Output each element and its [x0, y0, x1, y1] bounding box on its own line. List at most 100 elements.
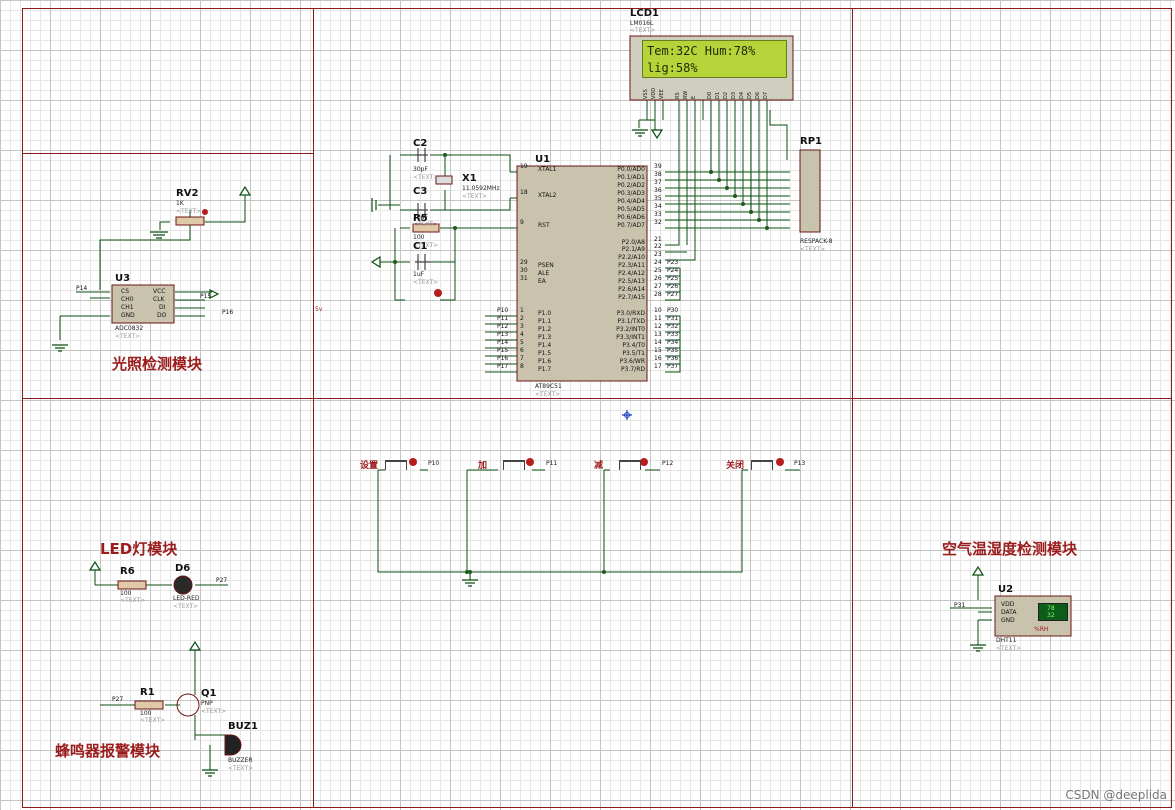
push-button-1[interactable]	[503, 460, 525, 470]
mcu-pin-name-p30rxd: P3.0/RXD	[616, 310, 645, 317]
lcd-pin-vdd: VDD	[651, 87, 657, 99]
mcu-pin-name-p25a13: P2.5/A13	[618, 278, 645, 285]
net-p25-right: P25	[667, 275, 679, 282]
rp1-ref: RP1	[800, 136, 822, 147]
net-p11-left: P11	[497, 315, 509, 322]
u2-pin-gnd: GND	[1001, 617, 1015, 624]
r1-tx: <TEXT>	[140, 717, 166, 724]
x1-ref: X1	[462, 173, 477, 184]
net-p14-left: P14	[497, 339, 509, 346]
mcu-pin-num-24: 24	[654, 259, 662, 266]
x1-val: 11.0592MHz	[462, 185, 500, 192]
mcu-pin-name-p37rd: P3.7/RD	[621, 366, 645, 373]
buz1-tx: <TEXT>	[228, 765, 254, 772]
d6-ref: D6	[175, 563, 191, 574]
mcu-pin-name-p21a9: P2.1/A9	[621, 246, 645, 253]
mcu-pin-num-6: 6	[520, 347, 524, 354]
mcu-pin-num-28: 28	[654, 291, 662, 298]
u3-val: ADC0832	[115, 325, 144, 332]
net-p16-left: P16	[497, 355, 509, 362]
mcu-pin-num-5: 5	[520, 339, 524, 346]
push-button-3[interactable]	[751, 460, 773, 470]
buz1-val: BUZZER	[228, 757, 253, 764]
mcu-pin-name-p14: P1.4	[538, 342, 552, 349]
r1-ref: R1	[140, 687, 155, 698]
u3-ref: U3	[115, 273, 131, 284]
lcd-pin-rs: RS	[675, 92, 681, 99]
net-p27-buz: P27	[112, 696, 124, 703]
mcu-pin-name-p24a12: P2.4/A12	[618, 270, 645, 277]
mcu-pin-name-p26a14: P2.6/A14	[618, 286, 645, 293]
net-p30-right: P30	[667, 307, 679, 314]
net-p34-right: P34	[667, 339, 679, 346]
u2-pin-data: DATA	[1001, 609, 1017, 616]
net-p10-left: P10	[497, 307, 509, 314]
net-p31-right: P31	[667, 315, 679, 322]
d6-tx: <TEXT>	[173, 603, 199, 610]
buzzer-module-title: 蜂鸣器报警模块	[55, 742, 161, 760]
c2-val: 30pF	[413, 166, 428, 173]
mcu-pin-name-p05ad5: P0.5/AD5	[617, 206, 645, 213]
mcu-pin-name-p31txd: P3.1/TXD	[617, 318, 645, 325]
lcd-line-2: lig:58%	[647, 61, 698, 75]
mcu-pin-num-26: 26	[654, 275, 662, 282]
lcd-pin-d0: D0	[707, 91, 713, 99]
humidity-module-title: 空气温湿度检测模块	[942, 540, 1078, 558]
mcu-pin-num-2: 2	[520, 315, 524, 322]
u3-pin-ch0: CH0	[121, 296, 134, 303]
push-button-2[interactable]	[619, 460, 641, 470]
push-button-0[interactable]	[385, 460, 407, 470]
net-p36-right: P36	[667, 355, 679, 362]
net-p16: P16	[222, 309, 234, 316]
c3-ref: C3	[413, 186, 428, 197]
mcu-pin-name-ale: ALE	[538, 270, 550, 277]
rv2-val: 1K	[176, 200, 184, 207]
mcu-pin-name-psen: PSEN	[538, 262, 554, 269]
lcd-pin-d6: D6	[755, 91, 761, 99]
mcu-pin-name-p34t0: P3.4/T0	[622, 342, 645, 349]
mcu-pin-name-p00ad0: P0.0/AD0	[617, 166, 645, 173]
mcu-pin-name-p15: P1.5	[538, 350, 552, 357]
light-module-title: 光照检测模块	[112, 355, 203, 373]
left-marker: 5v	[315, 306, 323, 313]
mcu-pin-num-31: 31	[520, 275, 528, 282]
mcu-pin-name-p13: P1.3	[538, 334, 552, 341]
mcu-pin-num-17: 17	[654, 363, 662, 370]
rv2-ref: RV2	[176, 188, 199, 199]
mcu-pin-name-xtal2: XTAL2	[538, 192, 557, 199]
mcu-pin-num-9: 9	[520, 219, 524, 226]
mcu-pin-num-30: 30	[520, 267, 528, 274]
net-p24-right: P24	[667, 267, 679, 274]
mcu-text-tag: <TEXT>	[535, 391, 561, 398]
u2-tx: <TEXT>	[996, 645, 1022, 652]
lcd-pin-rw: RW	[683, 90, 689, 99]
c1-ref: C1	[413, 241, 428, 252]
crosshair-marker	[622, 405, 632, 420]
button-label-3: 关闭	[726, 461, 745, 471]
led-module-title: LED灯模块	[100, 540, 178, 558]
mcu-pin-name-p27a15: P2.7/A15	[618, 294, 645, 301]
mcu-pin-name-p35t1: P3.5/T1	[622, 350, 645, 357]
net-p12-left: P12	[497, 323, 509, 330]
q1-val: PNP	[201, 700, 213, 707]
button-label-0: 设置	[360, 461, 379, 471]
mcu-pin-num-37: 37	[654, 179, 662, 186]
net-p23-right: P23	[667, 259, 679, 266]
watermark: CSDN @deeplida	[1065, 788, 1167, 802]
mcu-pin-num-38: 38	[654, 171, 662, 178]
mcu-pin-name-ea: EA	[538, 278, 546, 285]
lcd-pin-d7: D7	[763, 91, 769, 99]
mcu-pin-num-10: 10	[654, 307, 662, 314]
lcd-pin-vee: VEE	[659, 89, 665, 99]
u3-pin-vcc: VCC	[153, 288, 166, 295]
u3-pin-di: DI	[159, 304, 166, 311]
mcu-pin-num-22: 22	[654, 243, 662, 250]
mcu-pin-num-14: 14	[654, 339, 662, 346]
d6-val: LED-RED	[173, 595, 200, 602]
x1-tx: <TEXT>	[462, 193, 488, 200]
mcu-pin-num-3: 3	[520, 323, 524, 330]
mcu-pin-num-34: 34	[654, 203, 662, 210]
net-p27-right: P27	[667, 291, 679, 298]
r6-ref: R6	[120, 566, 135, 577]
mcu-pin-name-p06ad6: P0.6/AD6	[617, 214, 645, 221]
